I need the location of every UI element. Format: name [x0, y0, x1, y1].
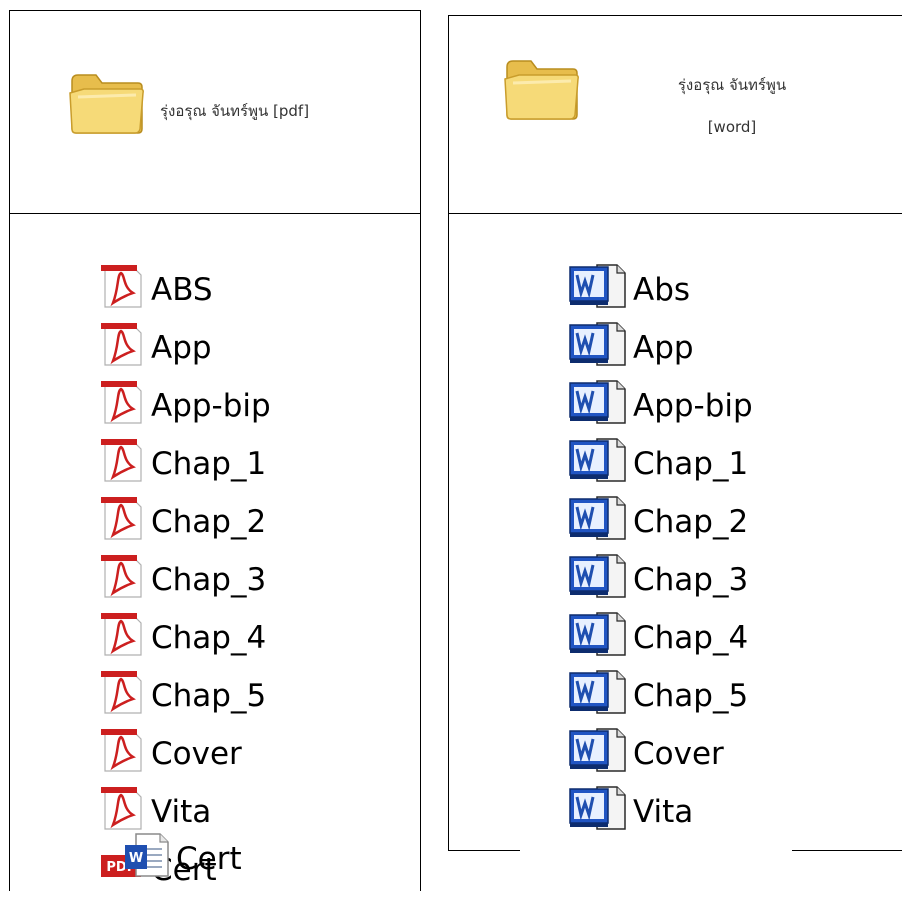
word-doc-icon: [567, 379, 629, 433]
file-item-chap-4[interactable]: Chap_4: [567, 609, 753, 667]
file-item-cert[interactable]: W Cert: [122, 830, 242, 888]
file-name: Cert: [176, 840, 242, 877]
file-item-chap-4[interactable]: Chap_4: [97, 609, 271, 667]
folder-icon[interactable]: [68, 67, 144, 139]
file-item-app-bip[interactable]: App-bip: [97, 377, 271, 435]
folder-label-line1: รุ่งอรุณ จันทร์พูน: [677, 76, 787, 94]
pdf-file-list: ABS App App-bip Chap_1 Chap_2 Chap_3 Chap_4 Cha…: [97, 261, 271, 899]
file-item-vita[interactable]: Vita: [567, 783, 753, 841]
file-name: ABS: [151, 271, 213, 308]
pdf-folder-panel: รุ่งอรุณ จันทร์พูน [pdf] ABS App App-bip Ch…: [9, 10, 421, 894]
file-name: Chap_2: [151, 503, 267, 540]
file-name: Cover: [151, 735, 242, 772]
file-item-chap-2[interactable]: Chap_2: [567, 493, 753, 551]
folder-icon[interactable]: [503, 53, 579, 125]
word-file-list: Abs App App-bip Chap_1 Chap_2 Chap_3 Chap_4 Cha…: [567, 261, 753, 841]
folder-label[interactable]: รุ่งอรุณ จันทร์พูน [pdf]: [160, 99, 309, 123]
word-doc-icon: [567, 611, 629, 665]
file-name: Chap_5: [151, 677, 267, 714]
acrobat-file-icon: [97, 495, 147, 549]
word-doc-icon: [567, 553, 629, 607]
file-name: Chap_1: [151, 445, 267, 482]
file-item-cover[interactable]: Cover: [97, 725, 271, 783]
word-doc-icon: [567, 437, 629, 491]
file-item-chap-2[interactable]: Chap_2: [97, 493, 271, 551]
word-folder-panel: รุ่งอรุณ จันทร์พูน [word] Abs App App-bip C…: [448, 15, 902, 851]
file-name: Chap_1: [633, 445, 749, 482]
acrobat-file-icon: [97, 553, 147, 607]
word-doc-icon: [567, 785, 629, 839]
folder-label-line2: [word]: [707, 118, 757, 136]
folder-label[interactable]: รุ่งอรุณ จันทร์พูน [word]: [627, 64, 837, 148]
file-item-chap-1[interactable]: Chap_1: [567, 435, 753, 493]
file-item-app[interactable]: App: [97, 319, 271, 377]
file-item-abs[interactable]: Abs: [567, 261, 753, 319]
acrobat-file-icon: [97, 611, 147, 665]
file-name: Vita: [633, 793, 694, 830]
word-doc-icon: [567, 321, 629, 375]
file-name: Cover: [633, 735, 724, 772]
file-name: Chap_4: [633, 619, 749, 656]
file-item-cover[interactable]: Cover: [567, 725, 753, 783]
word-doc-icon: [567, 727, 629, 781]
file-name: Vita: [151, 793, 212, 830]
acrobat-file-icon: [97, 321, 147, 375]
word-doc-icon: [567, 495, 629, 549]
acrobat-file-icon: [97, 437, 147, 491]
acrobat-file-icon: [97, 669, 147, 723]
svg-text:W: W: [129, 851, 143, 866]
acrobat-file-icon: [97, 263, 147, 317]
word-docx-icon: W: [122, 832, 172, 886]
file-item-app[interactable]: App: [567, 319, 753, 377]
file-name: Chap_3: [633, 561, 749, 598]
file-name: Abs: [633, 271, 691, 308]
file-item-chap-3[interactable]: Chap_3: [97, 551, 271, 609]
file-item-abs[interactable]: ABS: [97, 261, 271, 319]
file-item-app-bip[interactable]: App-bip: [567, 377, 753, 435]
file-item-chap-5[interactable]: Chap_5: [567, 667, 753, 725]
file-item-chap-5[interactable]: Chap_5: [97, 667, 271, 725]
file-item-chap-1[interactable]: Chap_1: [97, 435, 271, 493]
file-name: Chap_4: [151, 619, 267, 656]
file-name: Chap_2: [633, 503, 749, 540]
word-folder-header: รุ่งอรุณ จันทร์พูน [word]: [449, 16, 902, 214]
file-name: Chap_5: [633, 677, 749, 714]
acrobat-file-icon: [97, 727, 147, 781]
word-doc-icon: [567, 669, 629, 723]
panel-gap: [520, 848, 792, 854]
file-item-chap-3[interactable]: Chap_3: [567, 551, 753, 609]
word-doc-icon: [567, 263, 629, 317]
file-name: App: [151, 329, 212, 366]
acrobat-file-icon: [97, 379, 147, 433]
file-name: App-bip: [151, 387, 271, 424]
pdf-folder-header: รุ่งอรุณ จันทร์พูน [pdf]: [10, 11, 420, 214]
file-name: Chap_3: [151, 561, 267, 598]
file-name: App-bip: [633, 387, 753, 424]
file-name: App: [633, 329, 694, 366]
